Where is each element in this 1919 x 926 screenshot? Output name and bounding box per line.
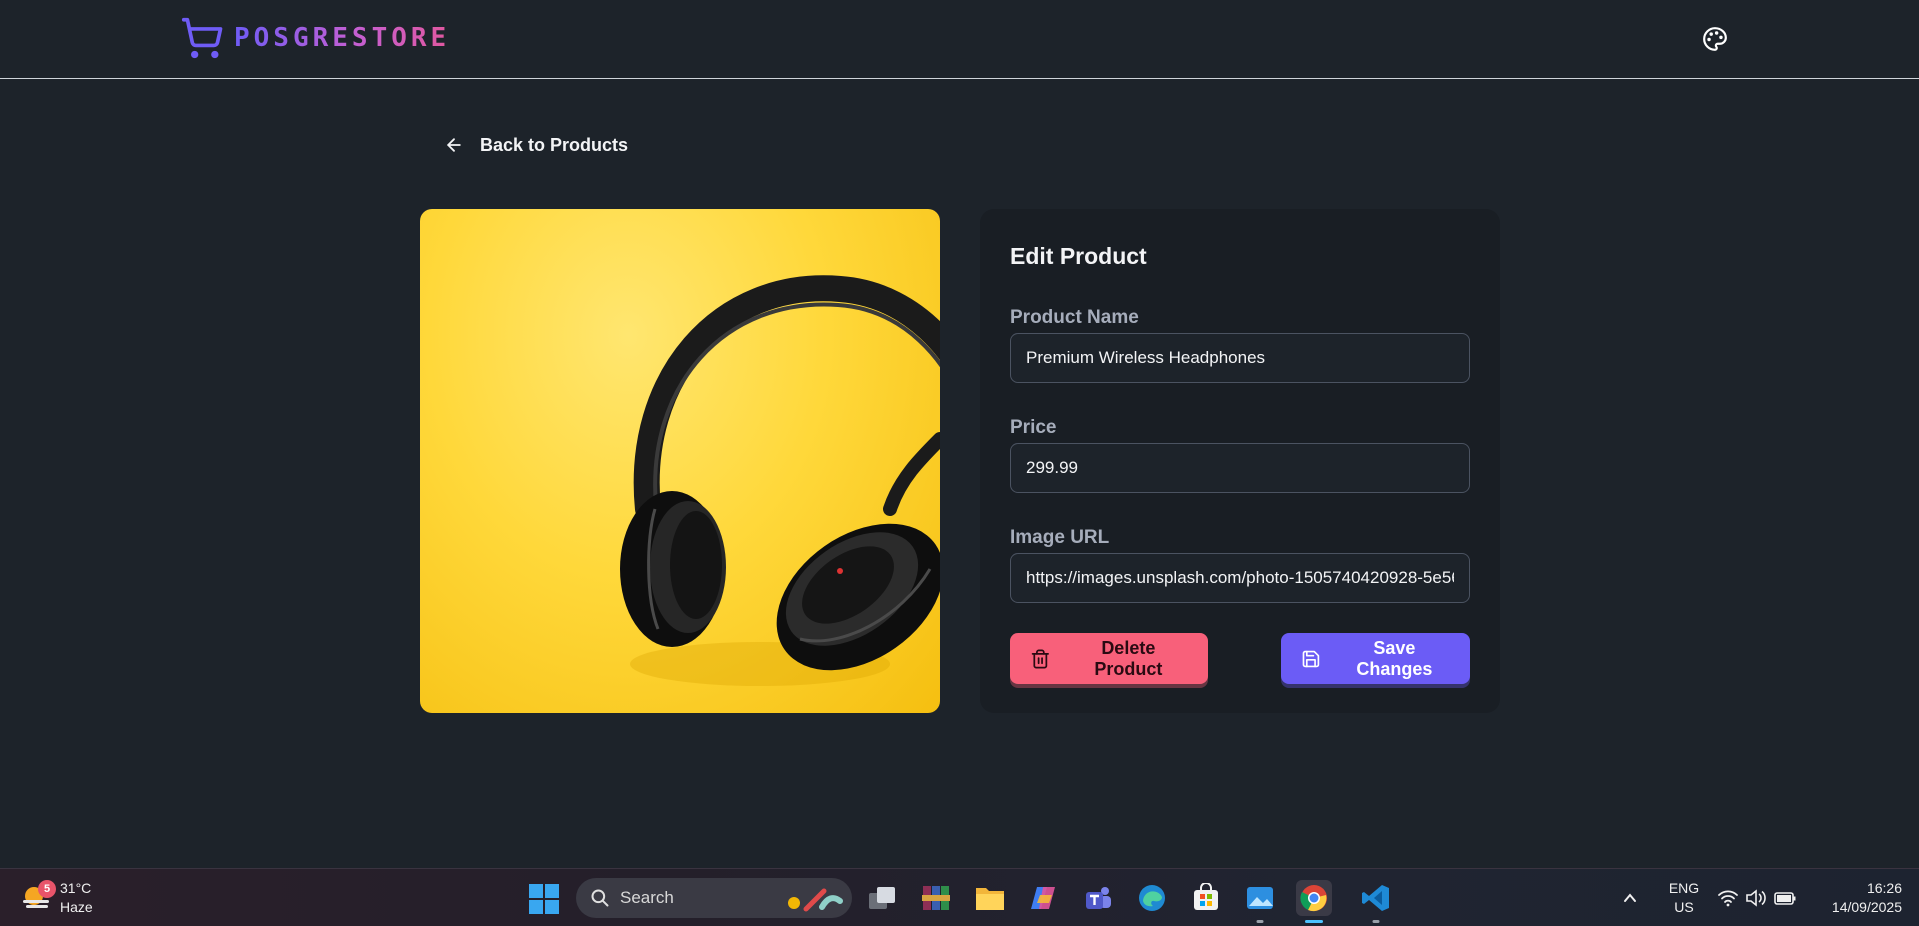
edit-product-card: Edit Product Product Name Price Image UR… (980, 209, 1500, 713)
weather-temp: 31°C (60, 880, 92, 896)
headphones-illustration (620, 275, 940, 686)
windows-taskbar: 5 31°C Haze Search ENG US 16:26 14/09/20… (0, 868, 1919, 926)
save-icon (1302, 650, 1320, 667)
copilot-icon[interactable] (1026, 880, 1062, 916)
clock-time: 16:26 (1866, 880, 1902, 896)
language-region: US (1674, 899, 1694, 915)
chevron-up-icon[interactable] (1616, 880, 1644, 916)
card-title: Edit Product (1010, 243, 1147, 269)
price-label: Price (1010, 417, 1057, 438)
search-label: Search (620, 888, 674, 907)
file-explorer-icon[interactable] (972, 880, 1008, 916)
price-input[interactable] (1010, 443, 1470, 493)
edge-icon[interactable] (1134, 880, 1170, 916)
volume-icon (1746, 889, 1766, 907)
start-button[interactable] (528, 883, 560, 915)
brand-name: POSGRESTORE (234, 23, 451, 53)
system-tray[interactable] (1712, 880, 1802, 916)
shopping-cart-icon (181, 17, 223, 59)
wifi-icon (1718, 890, 1738, 907)
save-button-label: Save Changes (1356, 637, 1433, 679)
weather-haze-icon: 5 (20, 880, 56, 914)
chrome-icon[interactable] (1296, 880, 1332, 923)
microsoft-store-icon[interactable] (1188, 880, 1224, 916)
clock[interactable]: 16:26 14/09/2025 (1812, 879, 1902, 917)
weather-badge: 5 (38, 880, 56, 898)
trash-icon (1031, 649, 1049, 668)
arrow-left-icon (447, 138, 461, 152)
teams-icon[interactable] (1080, 880, 1116, 916)
palette-icon (1703, 27, 1727, 51)
photos-icon[interactable] (1242, 880, 1278, 923)
back-to-products-link[interactable]: Back to Products (432, 128, 640, 162)
product-image (420, 209, 940, 713)
windows-logo-icon (529, 884, 559, 914)
back-link-label: Back to Products (480, 134, 629, 155)
winrar-icon[interactable] (918, 880, 954, 916)
image-url-label: Image URL (1010, 527, 1110, 548)
vscode-icon[interactable] (1358, 880, 1394, 923)
battery-icon (1774, 892, 1796, 905)
product-name-input[interactable] (1010, 333, 1470, 383)
language-indicator[interactable]: ENG US (1664, 879, 1704, 917)
weather-condition: Haze (60, 899, 93, 915)
search-icon (591, 889, 609, 907)
product-name-label: Product Name (1010, 307, 1139, 328)
task-view-icon[interactable] (864, 880, 900, 916)
language-code: ENG (1668, 880, 1700, 896)
theme-selector-button[interactable] (1700, 24, 1730, 54)
clock-date: 14/09/2025 (1831, 899, 1902, 915)
image-url-input[interactable] (1010, 553, 1470, 603)
taskbar-search[interactable]: Search (576, 878, 852, 918)
delete-button-label: Delete Product (1094, 637, 1163, 679)
search-highlight-icon (788, 888, 843, 912)
delete-product-button[interactable]: Delete Product (1010, 633, 1208, 684)
save-changes-button[interactable]: Save Changes (1281, 633, 1470, 684)
weather-widget[interactable]: 5 31°C Haze (20, 877, 93, 919)
brand-link[interactable]: POSGRESTORE (180, 16, 450, 60)
navbar: POSGRESTORE (0, 0, 1919, 79)
